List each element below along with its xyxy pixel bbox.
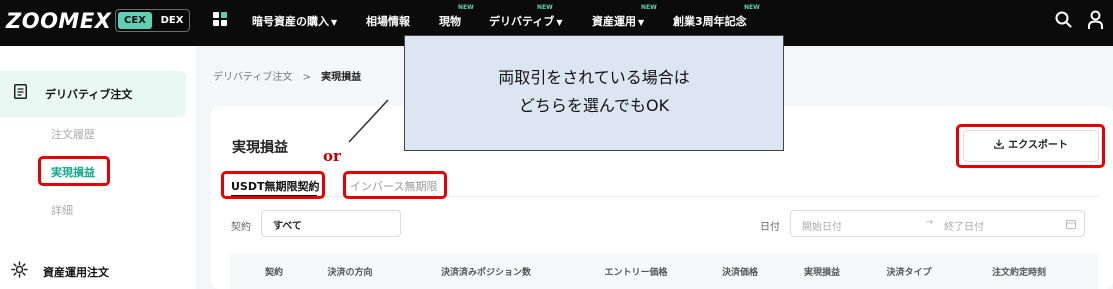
date-filter-label: 日付 — [760, 222, 780, 233]
column-header-close-type: 決済タイプ — [886, 268, 932, 278]
chevron-down-icon: ▼ — [638, 18, 645, 27]
breadcrumb-current: 実現損益 — [321, 72, 362, 83]
column-header-contract: 契約 — [264, 268, 284, 278]
start-date-input[interactable]: 開始日付 — [802, 218, 842, 233]
apps-grid-icon[interactable] — [213, 12, 227, 26]
sidebar-item-derivative-orders-label: デリバティブ注文 — [45, 88, 133, 101]
sidebar-item-earn-orders[interactable]: 資産運用注文 — [43, 264, 109, 280]
or-annotation: or — [323, 147, 341, 165]
calendar-icon — [1066, 220, 1076, 229]
highlight-realized-pnl-menu — [38, 156, 110, 186]
nav-buy-crypto[interactable]: 暗号資産の購入 ▼ — [252, 13, 337, 29]
column-header-entry-price: エントリー価格 — [604, 268, 668, 278]
nav-spot[interactable]: 現物 — [439, 13, 461, 29]
column-header-realized-pnl: 実現損益 — [803, 268, 841, 278]
breadcrumb-separator: > — [302, 72, 311, 83]
nav-earn[interactable]: 資産運用 ▼ — [592, 13, 644, 29]
user-icon[interactable] — [1087, 10, 1104, 30]
column-header-exit-price: 決済価格 — [721, 268, 759, 278]
nav-anniversary-label: 創業3周年記念 — [673, 15, 747, 28]
date-range-picker[interactable]: 開始日付 → 終了日付 — [790, 210, 1085, 237]
page-title: 実現損益 — [232, 140, 288, 156]
new-badge: NEW — [537, 4, 553, 11]
column-header-close-direction: 決済の方向 — [327, 268, 373, 278]
nav-buy-crypto-label: 暗号資産の購入 — [252, 15, 329, 28]
highlight-export-button — [956, 124, 1105, 168]
date-range-arrow: → — [925, 217, 934, 228]
new-badge: NEW — [458, 4, 474, 11]
nav-spot-label: 現物 — [439, 15, 461, 28]
dropdown-arrow-icon: ▼ — [273, 219, 280, 228]
document-icon — [14, 84, 27, 99]
new-badge: NEW — [641, 4, 657, 11]
nav-earn-label: 資産運用 — [592, 15, 636, 28]
nav-anniversary[interactable]: 創業3周年記念 — [673, 13, 747, 29]
column-header-closed-qty: 決済済みポジション数 — [440, 268, 532, 278]
breadcrumb-parent[interactable]: デリバティブ注文 — [213, 72, 292, 83]
highlight-inverse-tab — [343, 171, 447, 199]
contract-filter-label: 契約 — [231, 222, 251, 233]
callout-box: 両取引をされている場合は どちらを選んでもOK — [404, 35, 784, 151]
contract-select[interactable]: すべて ▼ — [261, 210, 401, 237]
callout-line-1: 両取引をされている場合は — [498, 68, 690, 87]
chevron-down-icon: ▼ — [331, 18, 338, 27]
nav-derivatives-label: デリバティブ — [489, 15, 555, 28]
nav-derivatives[interactable]: デリバティブ ▼ — [489, 13, 563, 29]
highlight-usdt-tab — [221, 171, 325, 199]
column-header-fill-time: 注文約定時刻 — [991, 268, 1047, 278]
callout-line-2: どちらを選んでもOK — [518, 96, 670, 115]
zoomex-logo[interactable]: ZOOMEX — [6, 9, 111, 33]
end-date-input[interactable]: 終了日付 — [944, 218, 984, 233]
sidebar-item-details[interactable]: 詳細 — [51, 202, 73, 218]
chevron-down-icon: ▼ — [556, 18, 563, 27]
breadcrumb: デリバティブ注文 > 実現損益 — [213, 68, 361, 83]
cex-option[interactable]: CEX — [118, 12, 152, 29]
search-icon[interactable] — [1055, 11, 1072, 28]
nav-markets-label: 相場情報 — [366, 15, 410, 28]
new-badge: NEW — [744, 4, 760, 11]
sidebar-item-order-history[interactable]: 注文履歴 — [51, 126, 95, 142]
cex-dex-switch[interactable]: CEX DEX — [115, 9, 190, 32]
earn-gear-icon — [11, 261, 28, 278]
nav-markets[interactable]: 相場情報 — [366, 13, 410, 29]
dex-option[interactable]: DEX — [156, 12, 188, 29]
